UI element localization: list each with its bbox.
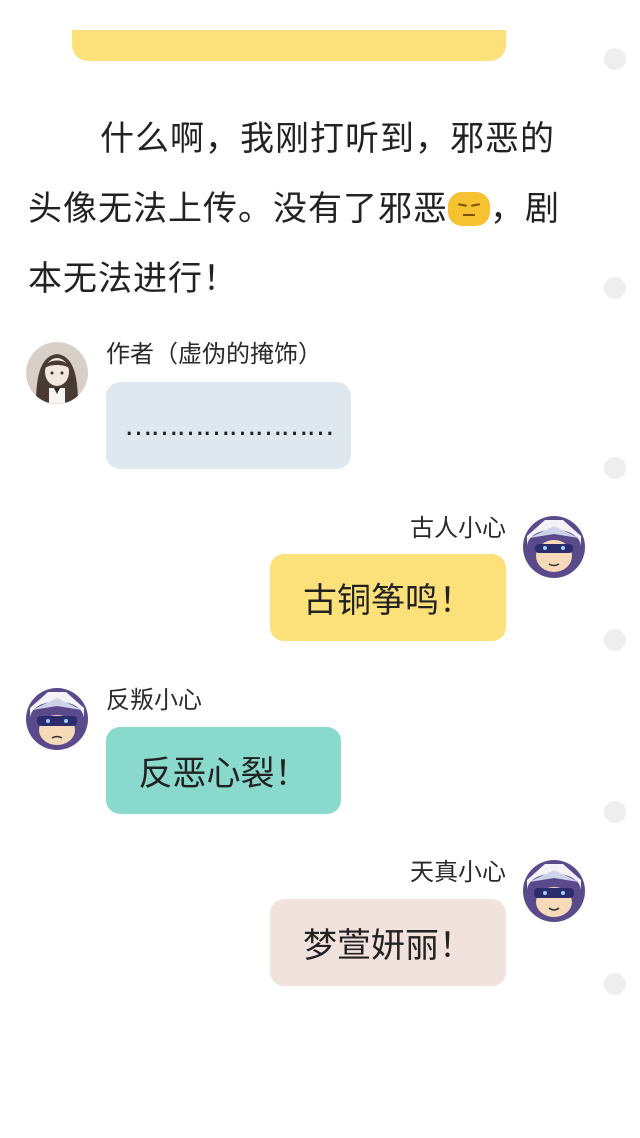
timeline-dot[interactable] bbox=[604, 48, 626, 70]
timeline-dot[interactable] bbox=[604, 277, 626, 299]
unamused-face-emoji-icon bbox=[448, 192, 490, 226]
speaker-avatar[interactable] bbox=[523, 860, 585, 922]
speaker-name: 反叛小心 bbox=[106, 686, 202, 714]
speaker-name: 天真小心 bbox=[410, 858, 506, 886]
speaker-avatar[interactable] bbox=[26, 688, 88, 750]
masked-hero-avatar-icon bbox=[26, 688, 88, 750]
girl-avatar-icon bbox=[26, 342, 88, 404]
timeline-dot[interactable] bbox=[604, 629, 626, 651]
author-avatar[interactable] bbox=[26, 342, 88, 404]
message-bubble[interactable]: 古铜筝鸣！ bbox=[270, 554, 506, 641]
message-bubble[interactable]: 梦萱妍丽！ bbox=[270, 899, 506, 986]
previous-message-bubble bbox=[72, 30, 506, 61]
masked-hero-avatar-icon bbox=[523, 860, 585, 922]
timeline-dot[interactable] bbox=[604, 457, 626, 479]
message-bubble[interactable]: 反恶心裂！ bbox=[106, 727, 341, 814]
speaker-avatar[interactable] bbox=[523, 516, 585, 578]
timeline-dot[interactable] bbox=[604, 973, 626, 995]
message-bubble[interactable]: …………………… bbox=[106, 382, 351, 469]
speaker-name: 古人小心 bbox=[410, 514, 506, 542]
narration-text: 什么啊，我刚打听到，邪恶的头像无法上传。没有了邪恶 ，剧本无法进行！ bbox=[28, 104, 584, 314]
masked-hero-avatar-icon bbox=[523, 516, 585, 578]
speaker-name: 作者（虚伪的掩饰） bbox=[106, 340, 322, 368]
timeline-dot[interactable] bbox=[604, 801, 626, 823]
